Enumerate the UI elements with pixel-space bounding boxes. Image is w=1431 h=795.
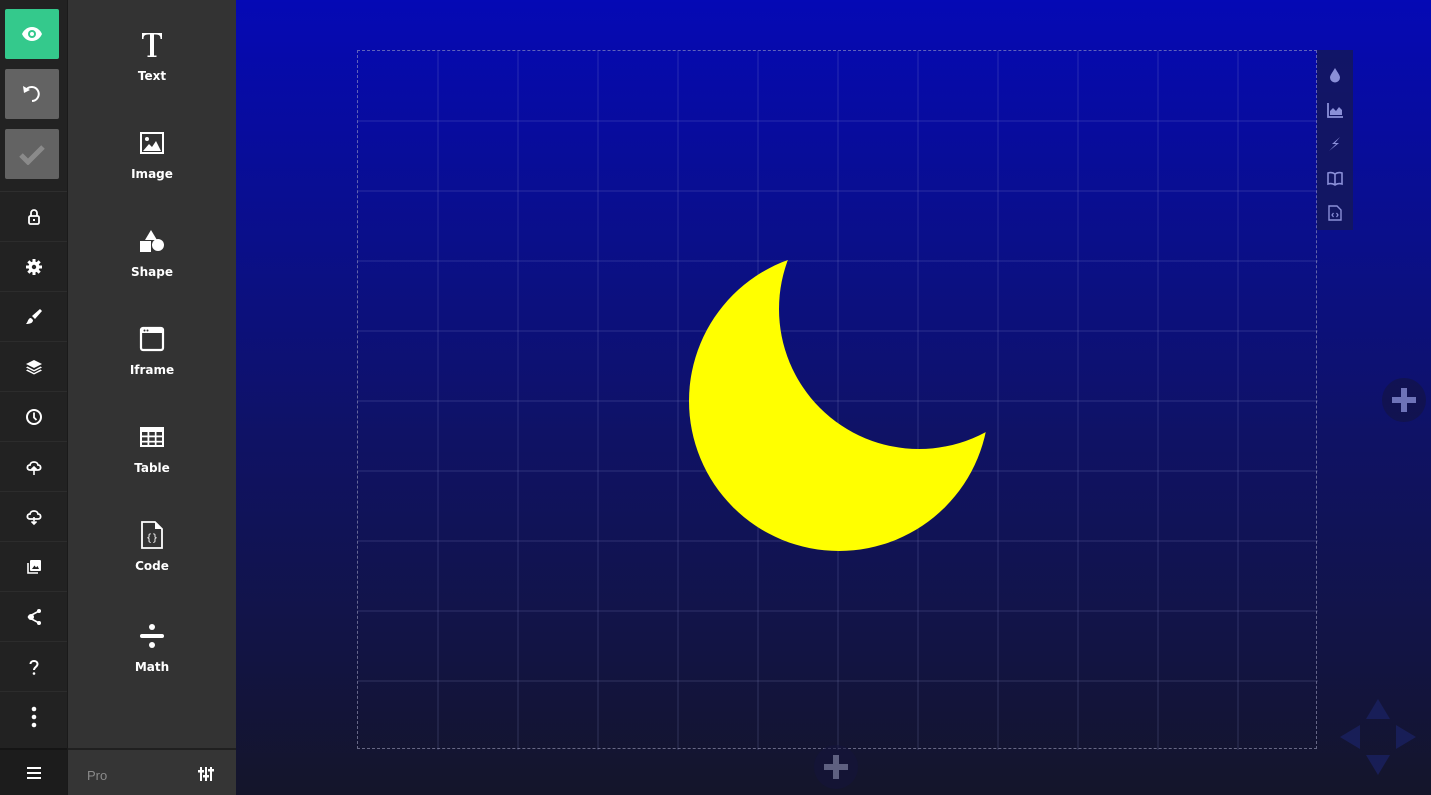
widget-math[interactable]: Math bbox=[68, 618, 236, 698]
nav-up-arrow bbox=[1366, 699, 1390, 719]
widget-label: Table bbox=[134, 461, 170, 475]
save-button[interactable] bbox=[5, 129, 59, 179]
panel-footer: Pro bbox=[68, 748, 236, 795]
rail-item-lock[interactable] bbox=[0, 192, 67, 242]
side-tool-book[interactable] bbox=[1317, 161, 1353, 195]
side-tool-animate[interactable] bbox=[1317, 127, 1353, 161]
widget-shape[interactable]: Shape bbox=[68, 223, 236, 303]
nav-down-arrow bbox=[1366, 755, 1390, 775]
widget-label: Code bbox=[135, 559, 169, 573]
undo-icon bbox=[23, 86, 40, 102]
check-icon bbox=[19, 145, 45, 165]
nav-left-arrow bbox=[1340, 725, 1360, 749]
rail-item-help[interactable] bbox=[0, 642, 67, 692]
math-icon bbox=[140, 624, 164, 648]
side-tool-fill[interactable] bbox=[1317, 58, 1353, 92]
preview-button[interactable] bbox=[5, 9, 59, 59]
nav-right-arrow bbox=[1396, 725, 1416, 749]
rail-item-layers[interactable] bbox=[0, 342, 67, 392]
pro-label[interactable]: Pro bbox=[87, 768, 107, 783]
rail-item-more[interactable] bbox=[0, 692, 67, 742]
sliders-icon[interactable] bbox=[198, 767, 214, 781]
iframe-icon bbox=[139, 326, 165, 352]
widget-label: Text bbox=[137, 69, 167, 83]
brush-icon bbox=[25, 308, 42, 324]
rail-item-style[interactable] bbox=[0, 292, 67, 342]
file-code-icon bbox=[1328, 205, 1342, 221]
hamburger-icon bbox=[26, 766, 41, 779]
help-icon bbox=[29, 659, 39, 675]
widget-label: Image bbox=[131, 167, 173, 181]
lock-icon bbox=[27, 208, 40, 225]
droplet-icon bbox=[1330, 68, 1340, 83]
icon-rail bbox=[0, 0, 68, 795]
code-icon: {} bbox=[141, 521, 163, 549]
eye-icon bbox=[22, 27, 42, 41]
plus-icon bbox=[1392, 388, 1416, 412]
menu-button[interactable] bbox=[0, 748, 67, 795]
shape-icon bbox=[140, 230, 164, 252]
side-tool-chart[interactable] bbox=[1317, 92, 1353, 126]
widget-text[interactable]: Text bbox=[68, 27, 236, 107]
widget-image[interactable]: Image bbox=[68, 125, 236, 205]
more-vertical-icon bbox=[31, 706, 36, 728]
cloud-upload-icon bbox=[25, 460, 42, 475]
add-slide-below-button[interactable] bbox=[814, 745, 858, 789]
slide-canvas[interactable] bbox=[357, 50, 1318, 750]
clock-icon bbox=[25, 408, 42, 425]
text-icon bbox=[142, 33, 162, 57]
share-icon bbox=[27, 608, 41, 625]
widget-label: Math bbox=[134, 660, 170, 674]
plus-icon bbox=[824, 755, 848, 779]
book-icon bbox=[1327, 172, 1343, 187]
rail-item-history[interactable] bbox=[0, 392, 67, 442]
image-icon bbox=[140, 132, 164, 154]
undo-button[interactable] bbox=[5, 69, 59, 119]
widget-label: Shape bbox=[130, 265, 173, 279]
widget-iframe[interactable]: Iframe bbox=[68, 321, 236, 401]
layers-icon bbox=[25, 359, 42, 374]
side-tool-embed-code[interactable] bbox=[1317, 196, 1353, 230]
gear-icon bbox=[25, 258, 42, 275]
widget-table[interactable]: Table bbox=[68, 419, 236, 499]
widget-label: Iframe bbox=[129, 363, 175, 377]
area-chart-icon bbox=[1327, 102, 1343, 118]
table-icon bbox=[140, 427, 164, 447]
rail-item-download[interactable] bbox=[0, 492, 67, 542]
add-slide-right-button[interactable] bbox=[1382, 378, 1426, 422]
editor-stage bbox=[236, 0, 1431, 795]
svg-text:{}: {} bbox=[146, 533, 158, 544]
rail-items bbox=[0, 191, 67, 742]
element-side-toolbar bbox=[1317, 50, 1353, 230]
rail-item-share[interactable] bbox=[0, 592, 67, 642]
moon-shape[interactable] bbox=[358, 51, 1318, 750]
rail-item-upload[interactable] bbox=[0, 442, 67, 492]
cloud-download-icon bbox=[25, 509, 42, 525]
widget-code[interactable]: {} Code bbox=[68, 517, 236, 597]
images-icon bbox=[26, 559, 41, 574]
bolt-icon bbox=[1329, 137, 1340, 152]
rail-item-settings[interactable] bbox=[0, 242, 67, 292]
arrows-pad-icon[interactable] bbox=[1334, 693, 1422, 781]
rail-item-media[interactable] bbox=[0, 542, 67, 592]
widget-panel: Text Image Shape Iframe Table {} Code Ma… bbox=[68, 0, 236, 795]
